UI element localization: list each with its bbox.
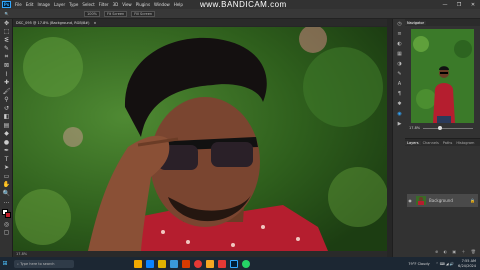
zoom-100-button[interactable]: 100% xyxy=(84,10,101,17)
navigator-zoom-value: 17.8% xyxy=(409,126,421,130)
layer-controls xyxy=(405,146,480,176)
menu-3d[interactable]: 3D xyxy=(111,2,121,7)
crop-tool-icon[interactable]: ⌗ xyxy=(0,53,13,62)
navigator-thumbnail xyxy=(411,29,474,123)
zoom-tool-icon: 🔍 xyxy=(4,11,10,16)
tab-layers[interactable]: Layers xyxy=(405,140,421,145)
taskbar-search[interactable]: ⌕ Type here to search xyxy=(14,259,74,268)
menu-edit[interactable]: Edit xyxy=(24,2,36,7)
clock-date: 6/24/2024 xyxy=(458,263,476,268)
right-panels: Navigator 17.8% Layers Channels Paths Hi… xyxy=(405,19,480,257)
edge-icon[interactable] xyxy=(146,259,154,268)
navigator-tabs: Navigator xyxy=(405,19,480,26)
panel-icon-strip: ◷ ≡ ◐ ▦ ◑ ✎ A ¶ ✱ ◉ ▶ xyxy=(392,19,405,257)
vlc-icon[interactable] xyxy=(206,259,214,268)
shape-tool-icon[interactable]: ▭ xyxy=(0,172,13,181)
dodge-tool-icon[interactable]: ● xyxy=(0,138,13,147)
menu-view[interactable]: View xyxy=(120,2,134,7)
lasso-tool-icon[interactable]: ᓬ xyxy=(0,36,13,45)
marquee-tool-icon[interactable]: ⬚ xyxy=(0,28,13,37)
zoom-level: 17.8% xyxy=(16,252,28,256)
whatsapp-icon[interactable] xyxy=(242,259,250,268)
layer-footer-icons[interactable]: ⊕ ◐ ▣ ＋ 🗑 xyxy=(435,249,478,255)
fit-screen-button[interactable]: Fit Screen xyxy=(104,10,128,17)
tab-paths[interactable]: Paths xyxy=(441,141,455,145)
tab-channels[interactable]: Channels xyxy=(421,141,441,145)
menu-filter[interactable]: Filter xyxy=(97,2,111,7)
menu-help[interactable]: Help xyxy=(172,2,185,7)
zoom-slider-knob[interactable] xyxy=(438,125,443,130)
more-tools-icon[interactable]: … xyxy=(0,198,13,207)
maximize-icon[interactable]: ❐ xyxy=(452,0,466,9)
layer-row-background[interactable]: ◉ Background 🔒 xyxy=(407,194,478,207)
menu-file[interactable]: File xyxy=(13,2,24,7)
clock[interactable]: 7:55 AM 6/24/2024 xyxy=(458,259,476,268)
menu-layer[interactable]: Layer xyxy=(52,2,67,7)
frame-tool-icon[interactable]: ⊠ xyxy=(0,62,13,71)
bandicam-icon[interactable] xyxy=(218,259,226,268)
layers-tabs: Layers Channels Paths Histogram xyxy=(405,139,480,146)
office-icon[interactable] xyxy=(182,259,190,268)
tab-navigator[interactable]: Navigator xyxy=(405,20,427,25)
close-icon[interactable]: ✕ xyxy=(466,0,480,9)
document-canvas[interactable] xyxy=(13,27,387,251)
menu-image[interactable]: Image xyxy=(35,2,52,7)
tab-histogram[interactable]: Histogram xyxy=(454,141,476,145)
search-placeholder: Type here to search xyxy=(20,261,55,266)
eyedropper-tool-icon[interactable]: ⌇ xyxy=(0,70,13,79)
healing-brush-icon[interactable]: ✚ xyxy=(0,79,13,88)
tools-panel: ✥ ⬚ ᓬ ✎ ⌗ ⊠ ⌇ ✚ 🖌 ⚲ ↺ ◧ ▤ ◆ ● ✒ T ➤ ▭ ✋ … xyxy=(0,19,13,257)
layers-panel: Layers Channels Paths Histogram ◉ Backgr… xyxy=(405,138,480,257)
quick-select-tool-icon[interactable]: ✎ xyxy=(0,45,13,54)
photoshop-taskbar-icon[interactable] xyxy=(230,259,238,268)
file-explorer-icon[interactable] xyxy=(158,259,166,268)
type-tool-icon[interactable]: T xyxy=(0,155,13,164)
path-select-icon[interactable]: ➤ xyxy=(0,164,13,173)
blur-tool-icon[interactable]: ◆ xyxy=(0,130,13,139)
hand-tool-icon[interactable]: ✋ xyxy=(0,181,13,190)
menu-window[interactable]: Window xyxy=(152,2,172,7)
pen-tool-icon[interactable]: ✒ xyxy=(0,147,13,156)
photoshop-window: Ps File Edit Image Layer Type Select Fil… xyxy=(0,0,480,270)
options-bar: 🔍 100% Fit Screen Fill Screen xyxy=(0,9,480,19)
clone-stamp-icon[interactable]: ⚲ xyxy=(0,96,13,105)
tray-icons[interactable]: ⌃ ⌨ ◢ 🔊 xyxy=(436,262,454,266)
screen-mode-icon[interactable]: ▢ xyxy=(0,229,13,238)
eye-icon[interactable]: ◉ xyxy=(407,198,413,203)
minimize-icon[interactable]: — xyxy=(438,0,452,9)
zoom-slider[interactable] xyxy=(423,125,473,130)
menu-plugins[interactable]: Plugins xyxy=(134,2,152,7)
eraser-tool-icon[interactable]: ◧ xyxy=(0,113,13,122)
color-swatches-icon[interactable] xyxy=(0,206,13,220)
chrome-icon[interactable] xyxy=(194,259,202,268)
store-icon[interactable] xyxy=(170,259,178,268)
navigator-zoom: 17.8% xyxy=(409,125,476,131)
bandicam-watermark: www.BANDICAM.com xyxy=(200,0,287,9)
gradient-tool-icon[interactable]: ▤ xyxy=(0,121,13,130)
layer-name: Background xyxy=(429,198,453,203)
windows-start-icon[interactable]: ⊞ xyxy=(0,260,10,267)
document-tab[interactable]: DSC_095 @ 17.8% (Background, RGB/8#) × xyxy=(13,19,387,26)
photoshop-logo: Ps xyxy=(2,1,11,8)
quick-mask-icon[interactable]: ◎ xyxy=(0,220,13,229)
photo-man-sunglasses xyxy=(13,27,387,251)
document-tab-label: DSC_095 @ 17.8% (Background, RGB/8#) xyxy=(16,20,90,25)
zoom-tool-icon[interactable]: 🔍 xyxy=(0,189,13,198)
window-controls: — ❐ ✕ xyxy=(438,0,480,9)
navigator-preview[interactable] xyxy=(411,29,474,123)
history-brush-icon[interactable]: ↺ xyxy=(0,104,13,113)
weather[interactable]: 79°F Cloudy xyxy=(408,262,429,266)
menu-type[interactable]: Type xyxy=(67,2,80,7)
move-tool-icon[interactable]: ✥ xyxy=(0,19,13,28)
windows-taskbar: ⊞ ⌕ Type here to search 79°F Cloudy ⌃ ⌨ … xyxy=(0,257,480,270)
taskbar-app-icon[interactable] xyxy=(134,259,142,268)
lock-icon: 🔒 xyxy=(470,198,475,203)
fill-screen-button[interactable]: Fill Screen xyxy=(131,10,156,17)
brush-tool-icon[interactable]: 🖌 xyxy=(0,87,13,96)
layer-thumbnail xyxy=(416,196,426,205)
menu-select[interactable]: Select xyxy=(80,2,96,7)
close-tab-icon[interactable]: × xyxy=(93,21,96,25)
